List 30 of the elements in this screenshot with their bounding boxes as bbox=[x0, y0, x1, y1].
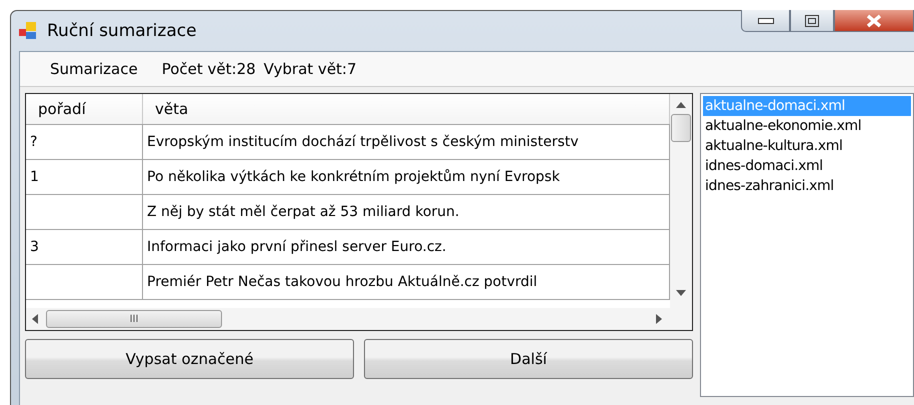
menu-item[interactable]: Sumarizace bbox=[50, 60, 138, 78]
action-button[interactable]: Vypsat označené bbox=[25, 339, 354, 379]
table-cell: ? bbox=[26, 125, 143, 159]
table-cell: 3 bbox=[26, 230, 143, 264]
info-label: Vybrat vět:7 bbox=[264, 60, 357, 78]
vertical-scrollbar[interactable] bbox=[670, 94, 692, 308]
list-item[interactable]: aktualne-ekonomie.xml bbox=[703, 116, 911, 136]
maximize-icon bbox=[805, 14, 819, 26]
window-title: Ruční sumarizace bbox=[47, 21, 198, 41]
table-cell: 1 bbox=[26, 160, 143, 194]
list-item[interactable]: idnes-domaci.xml bbox=[703, 156, 911, 176]
app-icon bbox=[19, 22, 39, 40]
list-item[interactable]: aktualne-kultura.xml bbox=[703, 136, 911, 156]
column-header[interactable]: pořadí bbox=[26, 94, 143, 124]
minimize-button[interactable] bbox=[741, 10, 790, 32]
minimize-icon bbox=[758, 18, 774, 24]
scroll-right-arrow-icon[interactable] bbox=[656, 314, 662, 324]
scroll-down-arrow-icon[interactable] bbox=[676, 290, 686, 296]
scroll-thumb[interactable] bbox=[671, 114, 691, 142]
close-button[interactable] bbox=[834, 10, 914, 32]
maximize-button[interactable] bbox=[790, 10, 834, 32]
column-header[interactable]: věta bbox=[143, 94, 670, 124]
scroll-up-arrow-icon[interactable] bbox=[676, 102, 686, 108]
info-label: Počet vět:28 bbox=[162, 60, 256, 78]
horizontal-scrollbar[interactable]: III bbox=[26, 308, 692, 330]
scroll-left-arrow-icon[interactable] bbox=[32, 314, 38, 324]
list-item[interactable]: idnes-zahranici.xml bbox=[703, 176, 911, 196]
action-button[interactable]: Další bbox=[364, 339, 693, 379]
close-icon bbox=[866, 14, 882, 28]
scroll-thumb[interactable]: III bbox=[46, 310, 222, 328]
